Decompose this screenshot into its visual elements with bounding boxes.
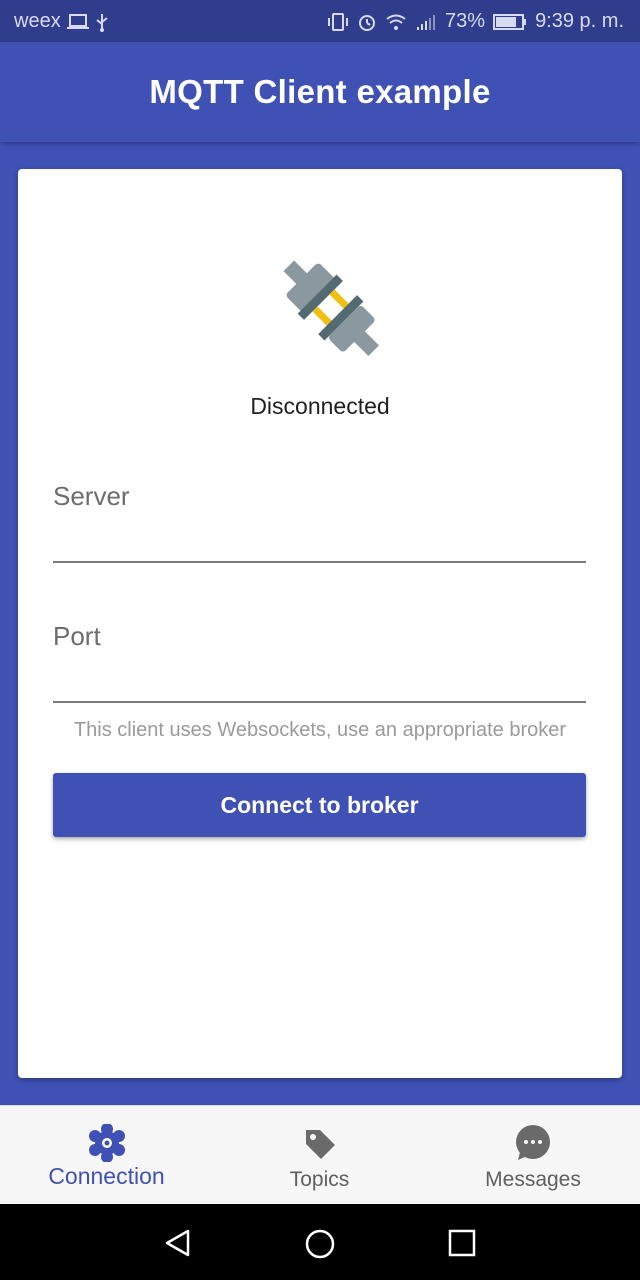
port-input[interactable] <box>53 661 586 691</box>
server-underline <box>53 561 586 563</box>
laptop-icon <box>66 13 89 30</box>
chat-bubble-icon <box>516 1125 550 1160</box>
app-bar: MQTT Client example <box>0 42 640 142</box>
usb-icon <box>95 12 109 32</box>
back-icon[interactable] <box>163 1228 191 1258</box>
websocket-hint: This client uses Websockets, use an appr… <box>73 719 567 741</box>
battery-percent: 73% <box>445 10 486 32</box>
app-title: MQTT Client example <box>149 73 491 110</box>
gear-icon <box>88 1124 125 1162</box>
tab-topics[interactable]: Topics <box>213 1106 426 1205</box>
plug-icon <box>283 260 379 356</box>
bottom-navigation: Connection Topics Messages <box>0 1105 640 1205</box>
carrier-label: weex <box>14 10 61 32</box>
tab-connection[interactable]: Connection <box>0 1106 213 1205</box>
tab-connection-label: Connection <box>48 1163 165 1189</box>
server-input[interactable] <box>53 521 586 551</box>
clock-time: 9:39 p. m. <box>535 10 624 32</box>
tag-icon <box>305 1130 335 1159</box>
tab-topics-label: Topics <box>289 1168 350 1191</box>
alarm-icon <box>357 12 377 32</box>
tab-messages-label: Messages <box>485 1168 581 1191</box>
connection-status: Disconnected <box>250 393 390 419</box>
tab-messages[interactable]: Messages <box>426 1106 640 1205</box>
system-navigation-bar <box>0 1204 640 1280</box>
connect-button[interactable]: Connect to broker <box>53 773 586 837</box>
status-bar: weex 73% 9:39 p. m. <box>0 0 640 42</box>
connection-card: Disconnected Server Port This client use… <box>18 169 622 1078</box>
port-field[interactable]: Port <box>53 621 586 703</box>
port-label: Port <box>53 621 101 651</box>
home-icon[interactable] <box>304 1228 336 1260</box>
vibrate-icon <box>327 12 349 31</box>
server-label: Server <box>53 481 130 511</box>
wifi-icon <box>385 13 407 31</box>
recents-icon[interactable] <box>448 1229 476 1257</box>
signal-icon <box>415 13 437 31</box>
battery-icon <box>493 13 527 31</box>
port-underline <box>53 701 586 703</box>
server-field[interactable]: Server <box>53 481 586 563</box>
